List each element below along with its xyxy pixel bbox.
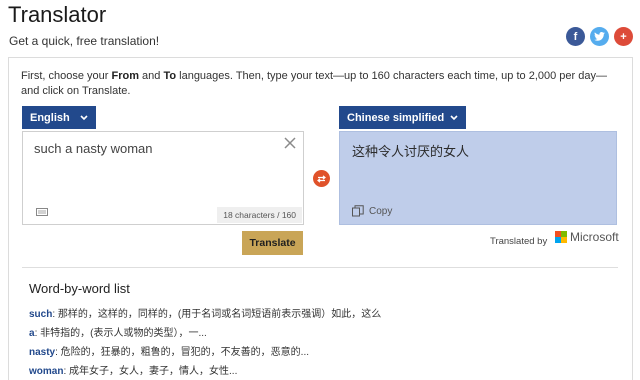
share-facebook-button[interactable]: f	[566, 27, 585, 46]
to-language-label: Chinese simplified	[347, 111, 445, 124]
chevron-down-icon	[450, 114, 458, 120]
copy-button[interactable]: Copy	[352, 205, 392, 217]
page-subtitle: Get a quick, free translation!	[9, 34, 160, 48]
list-item: nasty: 危险的，狂暴的，粗鲁的，冒犯的，不友善的，恶意的...	[29, 343, 619, 362]
page-title: Translator	[8, 2, 107, 27]
list-item-definition: : 那样的，这样的，同样的，(用于名词或名词短语前表示强调）如此，这么	[52, 309, 382, 320]
translated-text: 这种令人讨厌的女人	[352, 144, 470, 159]
share-more-button[interactable]: +	[614, 27, 633, 46]
share-twitter-button[interactable]	[590, 27, 609, 46]
from-language-select[interactable]: English	[22, 106, 96, 129]
copy-icon	[352, 205, 364, 217]
list-item-word: such	[29, 309, 53, 320]
swap-icon	[317, 174, 326, 183]
divider	[22, 267, 618, 268]
list-item-word: woman	[29, 366, 64, 377]
microsoft-wordmark: Microsoft	[570, 230, 619, 244]
source-text-box[interactable]: such a nasty woman 18 characters / 160	[22, 131, 304, 225]
from-language-label: English	[30, 111, 70, 124]
list-item: a: 非特指的，(表示人或物的类型），一...	[29, 324, 619, 343]
character-count: 18 characters / 160	[217, 207, 302, 223]
list-item-definition: : 非特指的，(表示人或物的类型），一...	[34, 328, 207, 339]
chevron-down-icon	[80, 114, 88, 120]
word-by-word-title: Word-by-word list	[29, 281, 130, 296]
list-item-definition: : 成年女子，女人，妻子，情人，女性...	[63, 366, 238, 377]
twitter-icon	[594, 32, 605, 41]
instructions: First, choose your From and To languages…	[21, 70, 607, 97]
word-by-word-list: such: 那样的，这样的，同样的，(用于名词或名词短语前表示强调）如此，这么 …	[29, 305, 619, 380]
facebook-icon: f	[573, 30, 578, 43]
target-text-box: 这种令人讨厌的女人 Copy	[339, 131, 617, 225]
list-item: woman: 成年女子，女人，妻子，情人，女性...	[29, 362, 619, 380]
source-text-input[interactable]: such a nasty woman	[34, 141, 153, 156]
translator-card: First, choose your From and To languages…	[8, 57, 633, 380]
to-language-select[interactable]: Chinese simplified	[339, 106, 466, 129]
translate-button[interactable]: Translate	[242, 231, 303, 255]
list-item: such: 那样的，这样的，同样的，(用于名词或名词短语前表示强调）如此，这么	[29, 305, 619, 324]
microsoft-logo: Microsoft	[555, 230, 619, 244]
swap-languages-button[interactable]	[313, 170, 330, 187]
copy-label: Copy	[369, 205, 393, 217]
keyboard-icon[interactable]	[36, 208, 48, 216]
list-item-definition: : 危险的，狂暴的，粗鲁的，冒犯的，不友善的，恶意的...	[55, 347, 310, 358]
microsoft-squares-icon	[555, 231, 567, 243]
translated-by-label: Translated by	[490, 236, 548, 247]
list-item-word: nasty	[29, 347, 56, 358]
clear-icon[interactable]	[283, 136, 297, 150]
plus-icon: +	[620, 30, 627, 43]
